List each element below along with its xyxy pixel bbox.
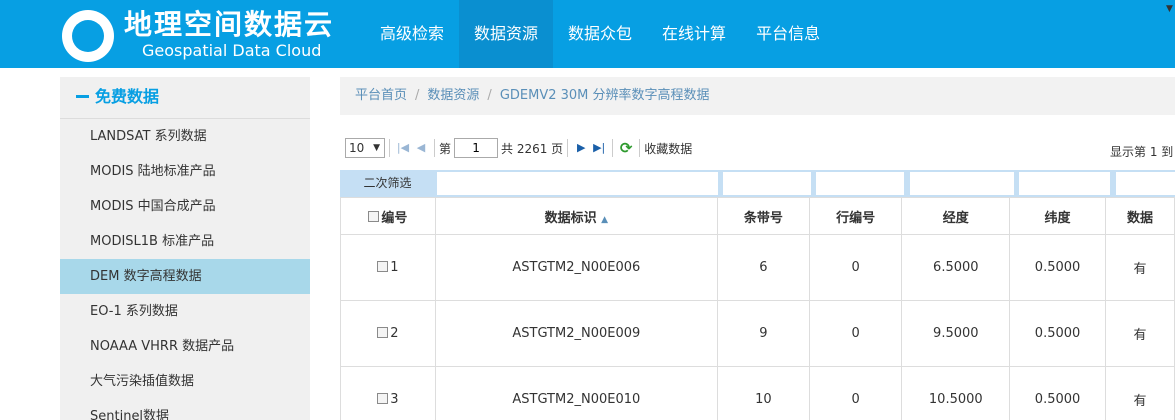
page-size-select[interactable]: 10 ▼ <box>345 138 385 158</box>
sidebar: 免费数据 LANDSAT 系列数据 MODIS 陆地标准产品 MODIS 中国合… <box>60 77 310 420</box>
row-checkbox[interactable] <box>377 392 389 404</box>
filter-input-path[interactable] <box>723 172 811 195</box>
chevron-down-icon: ▼ <box>373 143 380 153</box>
sidebar-item-modis-china[interactable]: MODIS 中国合成产品 <box>60 189 310 224</box>
col-header-path[interactable]: 条带号 <box>716 197 810 235</box>
sort-ascending-icon: ▲ <box>601 214 609 225</box>
filter-input-data-id[interactable] <box>437 172 718 195</box>
table-row[interactable]: 1 ASTGTM2_N00E006 6 0 6.5000 0.5000 有 <box>340 234 1175 301</box>
collapse-minus-icon <box>76 94 89 98</box>
cell-row: 0 <box>808 300 903 367</box>
nav-online-computing[interactable]: 在线计算 <box>647 0 741 68</box>
cell-id: 2 <box>340 300 436 367</box>
prev-page-icon[interactable]: ◀ <box>412 138 430 158</box>
col-header-longitude[interactable]: 经度 <box>901 197 1011 235</box>
secondary-filter-label: 二次筛选 <box>363 176 412 190</box>
last-page-icon[interactable]: ▶| <box>590 138 608 158</box>
logo-title-cn: 地理空间数据云 <box>124 8 335 41</box>
showing-range-text: 显示第 1 到 <box>1110 145 1174 159</box>
sidebar-heading[interactable]: 免费数据 <box>60 77 310 119</box>
cell-path: 9 <box>716 300 810 367</box>
cell-latitude: 0.5000 <box>1009 234 1106 301</box>
cell-row: 0 <box>808 366 903 420</box>
cell-data: 有 <box>1104 366 1175 420</box>
filter-input-latitude[interactable] <box>1019 172 1110 195</box>
col-header-data-id[interactable]: 数据标识 ▲ <box>434 197 718 235</box>
nav-data-crowdsourcing[interactable]: 数据众包 <box>553 0 647 68</box>
row-checkbox[interactable] <box>377 326 389 338</box>
table-row[interactable]: 3 ASTGTM2_N00E010 10 0 10.5000 0.5000 有 <box>340 366 1175 420</box>
page-prefix-label: 第 <box>439 141 452 156</box>
cell-latitude: 0.5000 <box>1009 300 1106 367</box>
cell-longitude: 6.5000 <box>901 234 1011 301</box>
sidebar-item-dem[interactable]: DEM 数字高程数据 <box>60 259 310 294</box>
table-row[interactable]: 2 ASTGTM2_N00E009 9 0 9.5000 0.5000 有 <box>340 300 1175 367</box>
col-header-data[interactable]: 数据 <box>1104 197 1175 235</box>
cell-path: 6 <box>716 234 810 301</box>
sidebar-item-air-pollution[interactable]: 大气污染插值数据 <box>60 364 310 399</box>
sidebar-item-noaa[interactable]: NOAAA VHRR 数据产品 <box>60 329 310 364</box>
nav-platform-info[interactable]: 平台信息 <box>741 0 835 68</box>
page-size-value: 10 <box>349 141 365 155</box>
cell-id: 1 <box>340 234 436 301</box>
row-number: 2 <box>390 326 399 341</box>
pagination-toolbar: 10 ▼ |◀ ◀ 第 共 2261 页 ▶ ▶| ⟳ 收藏数据 <box>345 137 692 159</box>
favorite-data-button[interactable]: 收藏数据 <box>644 140 692 157</box>
col-header-data-id-label: 数据标识 <box>544 210 597 226</box>
cell-longitude: 10.5000 <box>901 366 1011 420</box>
sidebar-item-landsat[interactable]: LANDSAT 系列数据 <box>60 119 310 154</box>
page-total-label: 共 2261 页 <box>501 141 564 156</box>
nav-advanced-search[interactable]: 高级检索 <box>365 0 459 68</box>
sidebar-item-eo1[interactable]: EO-1 系列数据 <box>60 294 310 329</box>
sidebar-item-modis-land[interactable]: MODIS 陆地标准产品 <box>60 154 310 189</box>
cell-longitude: 9.5000 <box>901 300 1011 367</box>
breadcrumb-home[interactable]: 平台首页 <box>355 88 407 103</box>
col-header-row[interactable]: 行编号 <box>808 197 903 235</box>
nav-data-resources[interactable]: 数据资源 <box>459 0 554 68</box>
cell-data-id[interactable]: ASTGTM2_N00E009 <box>434 300 718 367</box>
select-all-checkbox[interactable] <box>368 211 380 222</box>
filter-select-data[interactable] <box>1116 172 1175 195</box>
next-page-icon[interactable]: ▶ <box>572 138 590 158</box>
top-header: 地理空间数据云 Geospatial Data Cloud 高级检索 数据资源 … <box>0 0 1175 68</box>
row-number: 3 <box>390 392 399 407</box>
filter-dropdown-chevron-icon: ▼ <box>1166 4 1173 14</box>
globe-logo-icon <box>62 10 114 62</box>
row-checkbox[interactable] <box>377 260 389 272</box>
cell-data-id[interactable]: ASTGTM2_N00E006 <box>434 234 718 301</box>
page-number-input[interactable] <box>454 138 499 158</box>
breadcrumb-current: GDEMV2 30M 分辨率数字高程数据 <box>499 88 710 103</box>
logo-title-en: Geospatial Data Cloud <box>142 41 322 60</box>
row-number: 1 <box>390 260 399 275</box>
cell-latitude: 0.5000 <box>1009 366 1106 420</box>
filter-input-row[interactable] <box>816 172 904 195</box>
sidebar-item-sentinel[interactable]: Sentinel数据 <box>60 399 310 420</box>
breadcrumb: 平台首页 / 数据资源 / GDEMV2 30M 分辨率数字高程数据 <box>340 77 1175 115</box>
sidebar-heading-label: 免费数据 <box>95 87 160 106</box>
cell-id: 3 <box>340 366 436 420</box>
cell-row: 0 <box>808 234 903 301</box>
refresh-icon[interactable]: ⟳ <box>617 138 635 158</box>
cell-data: 有 <box>1104 300 1175 367</box>
col-header-id-label: 编号 <box>381 210 408 226</box>
sidebar-item-modisl1b[interactable]: MODISL1B 标准产品 <box>60 224 310 259</box>
main-nav: 高级检索 数据资源 数据众包 在线计算 平台信息 <box>365 0 835 68</box>
breadcrumb-data-resources[interactable]: 数据资源 <box>427 88 479 103</box>
cell-path: 10 <box>716 366 810 420</box>
secondary-filter-row: 二次筛选 <box>340 170 1175 197</box>
filter-input-longitude[interactable] <box>910 172 1014 195</box>
first-page-icon[interactable]: |◀ <box>394 138 412 158</box>
col-header-id[interactable]: 编号 <box>340 197 436 235</box>
cell-data: 有 <box>1104 234 1175 301</box>
site-logo[interactable]: 地理空间数据云 Geospatial Data Cloud <box>62 8 352 62</box>
cell-data-id[interactable]: ASTGTM2_N00E010 <box>434 366 718 420</box>
col-header-latitude[interactable]: 纬度 <box>1009 197 1106 235</box>
table-header-row: 编号 数据标识 ▲ 条带号 行编号 经度 纬度 数据 <box>340 197 1175 235</box>
data-table: 编号 数据标识 ▲ 条带号 行编号 经度 纬度 数据 1 ASTGTM2_N00… <box>340 197 1175 420</box>
